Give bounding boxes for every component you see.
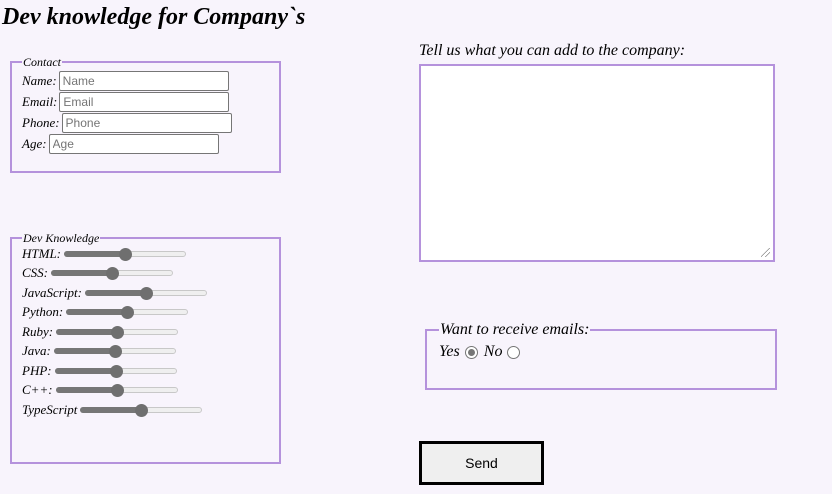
slider-thumb[interactable] (111, 325, 125, 339)
slider-thumb[interactable] (106, 267, 119, 281)
send-button[interactable]: Send (419, 441, 544, 485)
slider-fill (66, 309, 128, 316)
skill-slider[interactable] (66, 306, 189, 320)
skill-row: C++: (22, 381, 269, 401)
skill-slider[interactable] (53, 345, 176, 359)
skill-row: HTML: (22, 244, 269, 264)
phone-label: Phone: (22, 114, 60, 130)
slider-thumb[interactable] (139, 286, 153, 300)
slider-fill (80, 406, 142, 413)
slider-thumb[interactable] (121, 306, 135, 320)
skill-row: JavaScript: (22, 283, 269, 303)
skill-row: Java: (22, 342, 269, 362)
name-input[interactable] (58, 70, 229, 91)
slider-thumb[interactable] (108, 345, 122, 359)
contact-fieldset: Contact Name: Email: Phone: Age: (10, 56, 281, 173)
slider-fill (54, 367, 116, 374)
slider-thumb[interactable] (109, 364, 123, 378)
company-textarea[interactable] (419, 64, 775, 262)
age-input[interactable] (48, 133, 219, 154)
skill-slider[interactable] (64, 247, 187, 261)
skill-row: TypeScript (22, 400, 269, 420)
email-options: Yes No (439, 343, 763, 361)
skill-row: CSS: (22, 264, 269, 284)
skill-slider[interactable] (54, 364, 177, 378)
skill-label: TypeScript (22, 401, 78, 417)
skill-row: Ruby: (22, 322, 269, 342)
phone-input[interactable] (61, 112, 232, 133)
slider-fill (64, 250, 126, 257)
slider-fill (56, 328, 118, 335)
slider-thumb[interactable] (135, 403, 149, 417)
skill-label: Ruby: (22, 323, 54, 339)
resize-grip-icon[interactable] (761, 248, 770, 257)
skill-row: Python: (22, 303, 269, 323)
dev-knowledge-fieldset: Dev Knowledge HTML: CSS: JavaScript: Python… (10, 232, 281, 464)
no-radio[interactable] (507, 345, 521, 359)
page: Dev knowledge for Company`s Contact Name… (0, 0, 832, 494)
skill-label: CSS: (22, 265, 48, 281)
skills-list: HTML: CSS: JavaScript: Python: Ruby: Java: PHP… (22, 244, 269, 420)
skill-slider[interactable] (55, 384, 178, 398)
skill-row: PHP: (22, 361, 269, 381)
skill-label: HTML: (22, 245, 62, 261)
skill-label: C++: (22, 382, 53, 398)
company-text-label: Tell us what you can add to the company: (419, 42, 686, 59)
skill-slider[interactable] (56, 325, 179, 339)
slider-fill (55, 387, 117, 394)
email-label: Email: (22, 93, 58, 109)
skill-label: PHP: (22, 362, 52, 378)
slider-thumb[interactable] (119, 247, 133, 261)
skill-label: Python: (22, 304, 64, 320)
slider-fill (53, 348, 115, 355)
age-label: Age: (22, 135, 47, 151)
skill-label: JavaScript: (22, 284, 82, 300)
skill-slider[interactable] (80, 403, 203, 417)
age-row: Age: (22, 133, 269, 154)
name-row: Name: (22, 70, 269, 91)
email-input[interactable] (59, 91, 230, 112)
contact-legend: Contact (23, 55, 61, 69)
slider-fill (51, 270, 112, 277)
skill-slider[interactable] (51, 267, 173, 281)
slider-thumb[interactable] (110, 384, 124, 398)
skill-label: Java: (22, 343, 51, 359)
email-row: Email: (22, 91, 269, 112)
no-label: No (483, 343, 503, 360)
slider-fill (84, 289, 146, 296)
dev-knowledge-legend: Dev Knowledge (23, 231, 100, 245)
yes-label: Yes (439, 343, 460, 360)
yes-radio[interactable] (464, 345, 478, 359)
skill-slider[interactable] (84, 286, 207, 300)
name-label: Name: (22, 72, 57, 88)
phone-row: Phone: (22, 112, 269, 133)
emails-fieldset: Want to receive emails: Yes No (425, 321, 777, 390)
emails-legend: Want to receive emails: (440, 321, 590, 338)
page-title: Dev knowledge for Company`s (2, 4, 306, 30)
